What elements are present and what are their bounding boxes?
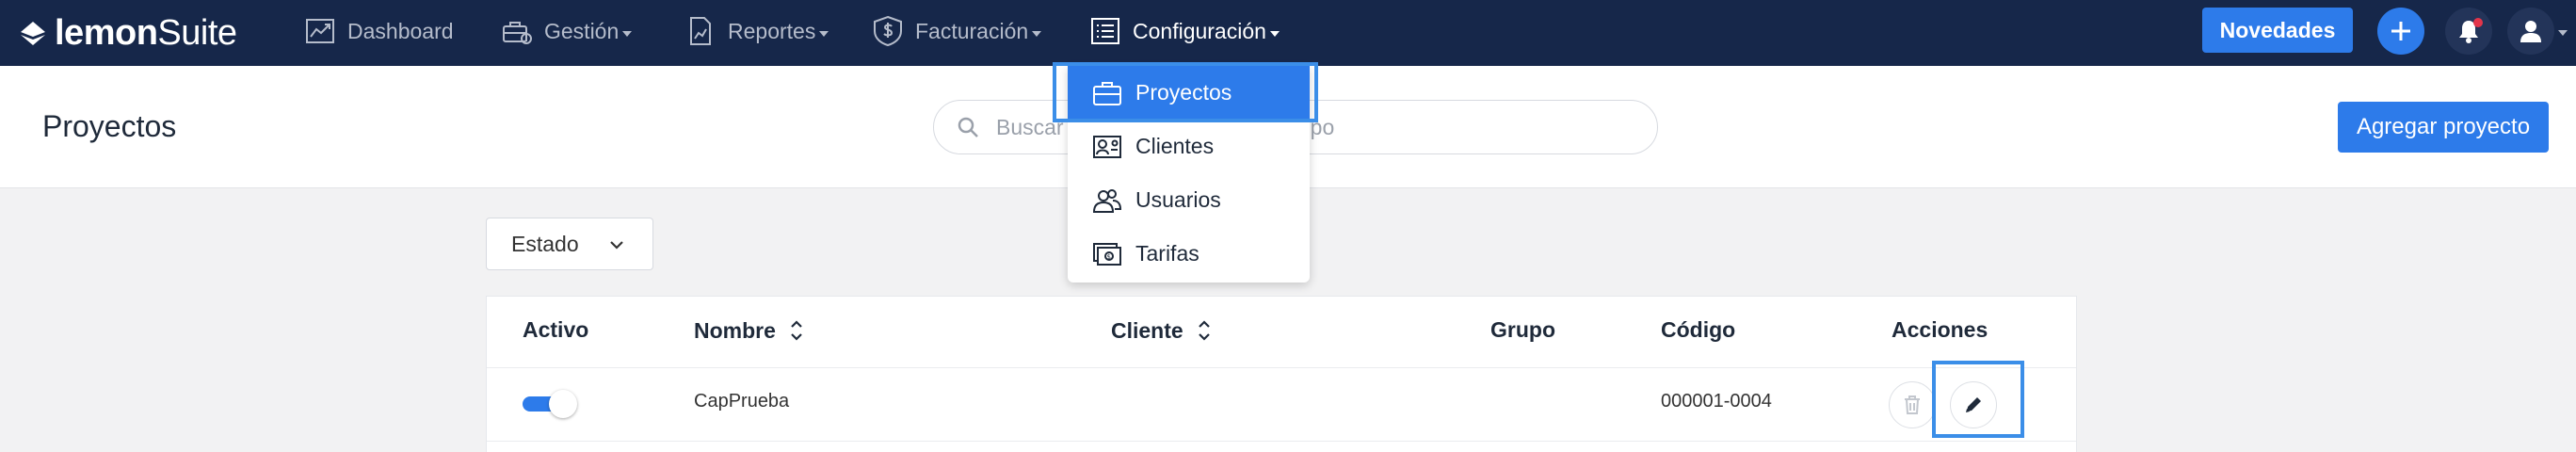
chevron-down-icon[interactable] (2558, 30, 2568, 36)
edit-button-highlight (1932, 361, 2024, 438)
estado-filter[interactable]: Estado (486, 218, 653, 270)
column-header-label: Nombre (694, 317, 776, 343)
active-toggle[interactable] (523, 390, 577, 418)
chevron-down-icon (610, 241, 623, 250)
column-header-acciones: Acciones (1892, 317, 1988, 342)
user-menu-button[interactable] (2507, 8, 2554, 55)
users-icon (1092, 188, 1122, 213)
cell-codigo: 000001-0004 (1661, 391, 1772, 412)
list-icon (1091, 18, 1119, 44)
dropdown-item-label: Clientes (1135, 134, 1215, 158)
logo-text: lemonSuite (55, 12, 237, 53)
nav-gestion-label: Gestión (544, 18, 620, 43)
column-header-nombre[interactable]: Nombre (694, 317, 804, 344)
nav-dashboard-label: Dashboard (347, 18, 454, 43)
chevron-down-icon (1269, 31, 1280, 37)
sort-icon (1198, 320, 1210, 341)
column-header-label: Cliente (1111, 317, 1183, 343)
money-icon: $ (1093, 242, 1121, 266)
add-project-button[interactable]: Agregar proyecto (2338, 102, 2549, 153)
nav-gestion[interactable]: Gestión (501, 0, 633, 62)
top-navbar: lemonSuite Dashboard Gestión Reportes Fa… (0, 0, 2576, 66)
notifications-button[interactable] (2445, 8, 2492, 55)
trash-icon (1905, 396, 1920, 414)
page-title: Proyectos (42, 109, 177, 143)
estado-filter-label: Estado (511, 231, 579, 256)
dropdown-item-label: Usuarios (1135, 187, 1221, 212)
chevron-down-icon (819, 31, 829, 37)
nav-facturacion-label: Facturación (915, 18, 1029, 43)
column-header-cliente[interactable]: Cliente (1111, 317, 1212, 344)
column-header-codigo: Código (1661, 317, 1736, 342)
dropdown-item-label: Tarifas (1135, 241, 1199, 266)
app-logo[interactable]: lemonSuite (19, 11, 237, 55)
novedades-button[interactable]: Novedades (2202, 8, 2353, 53)
dropdown-item-usuarios[interactable]: Usuarios (1068, 173, 1310, 227)
delete-button[interactable] (1889, 381, 1936, 428)
projects-table: Activo Nombre Cliente Grupo Código Accio… (486, 296, 2077, 452)
svg-text:$: $ (1107, 253, 1111, 261)
header-divider (487, 367, 2076, 368)
chevron-down-icon (1032, 31, 1042, 37)
nav-facturacion[interactable]: Facturación (872, 0, 1042, 62)
nav-reportes[interactable]: Reportes (684, 0, 829, 62)
user-avatar-icon (2520, 21, 2541, 42)
dropdown-item-highlight (1053, 62, 1318, 122)
column-header-grupo: Grupo (1490, 317, 1555, 342)
chart-icon (306, 19, 334, 43)
nav-configuracion[interactable]: Configuración (1089, 0, 1280, 62)
notification-badge (2473, 18, 2483, 27)
contact-card-icon (1093, 135, 1121, 158)
report-icon (690, 17, 711, 45)
sort-icon (791, 320, 802, 341)
row-divider (487, 441, 2076, 442)
dollar-shield-icon (874, 15, 902, 47)
diamond-icon (21, 22, 45, 45)
dropdown-item-clientes[interactable]: Clientes (1068, 120, 1310, 173)
nav-configuracion-label: Configuración (1133, 18, 1266, 43)
toggle-knob (549, 390, 577, 418)
search-icon (958, 117, 978, 137)
chevron-down-icon (622, 31, 633, 37)
plus-icon (2391, 22, 2410, 40)
toolbox-icon (503, 22, 532, 44)
nav-dashboard[interactable]: Dashboard (304, 0, 454, 62)
dropdown-item-tarifas[interactable]: $ Tarifas (1068, 227, 1310, 281)
add-button[interactable] (2377, 8, 2424, 55)
cell-nombre: CapPrueba (694, 391, 790, 412)
column-header-activo: Activo (523, 317, 589, 342)
nav-reportes-label: Reportes (728, 18, 816, 43)
